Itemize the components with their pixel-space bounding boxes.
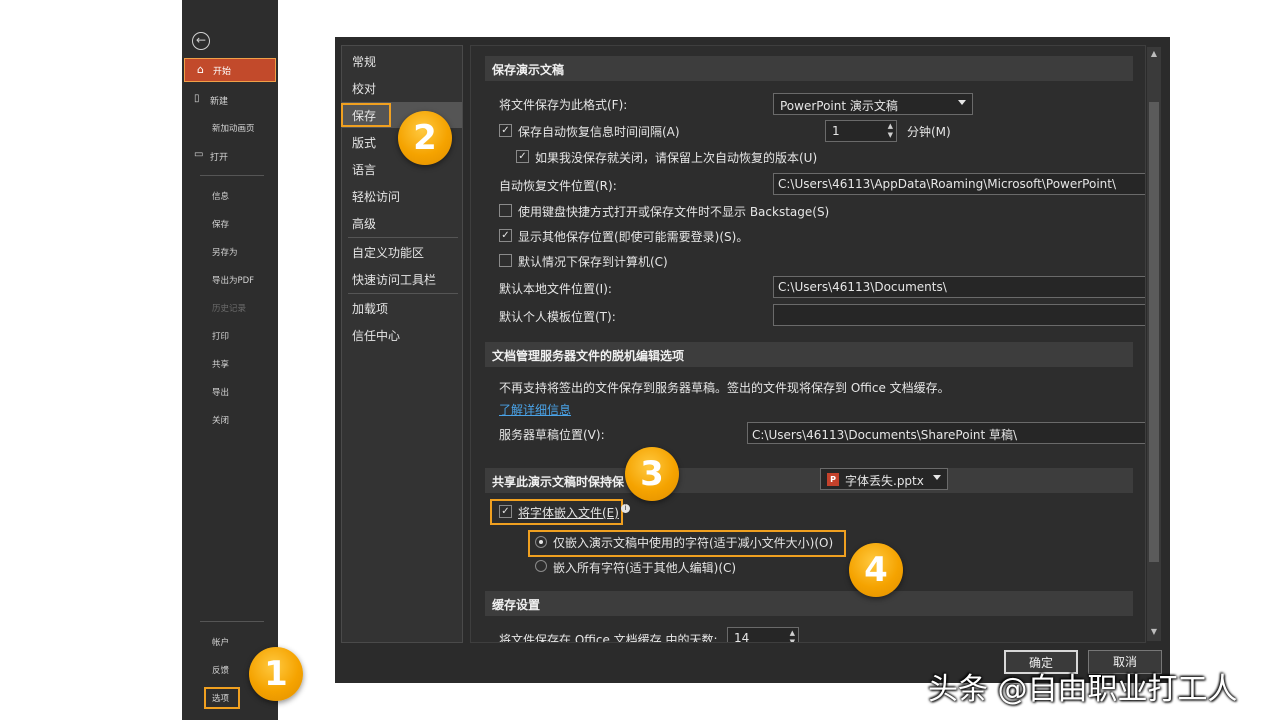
show-more-locations-checkbox[interactable]: ✓	[499, 229, 512, 242]
template-path-input[interactable]	[773, 304, 1145, 326]
autorecover-path-label: 自动恢复文件位置(R):	[499, 179, 617, 193]
embed-all-chars-label: 嵌入所有字符(适于其他人编辑)(C)	[553, 561, 737, 575]
learn-more-link[interactable]: 了解详细信息	[499, 401, 571, 418]
step-badge-1: 1	[249, 647, 303, 701]
scroll-down-icon[interactable]: ▼	[1147, 627, 1161, 639]
home-icon: ⌂	[197, 63, 204, 76]
local-path-label: 默认本地文件位置(I):	[499, 282, 612, 296]
autorecover-unit: 分钟(M)	[907, 125, 951, 139]
offline-note: 不再支持将签出的文件保存到服务器草稿。签出的文件现将保存到 Office 文档缓…	[499, 381, 950, 395]
category-language[interactable]: 语言	[342, 156, 462, 182]
category-addins[interactable]: 加载项	[342, 295, 462, 321]
chevron-up-icon[interactable]: ▲	[790, 629, 795, 637]
category-customize-ribbon[interactable]: 自定义功能区	[342, 239, 462, 265]
options-highlight	[204, 687, 240, 709]
scroll-up-icon[interactable]: ▲	[1147, 49, 1161, 61]
backstage-item-save[interactable]: 保存	[212, 218, 229, 230]
chevron-down-icon	[933, 475, 941, 480]
backstage-item-export[interactable]: 导出	[212, 386, 229, 398]
keep-last-version-label: 如果我没保存就关闭，请保留上次自动恢复的版本(U)	[535, 151, 818, 165]
options-dialog: 常规 校对 保存 版式 语言 轻松访问 高级 自定义功能区 快速访问工具栏 加载…	[335, 37, 1170, 683]
category-proofing[interactable]: 校对	[342, 75, 462, 101]
chevron-down-icon	[958, 100, 966, 105]
backstage-item-open[interactable]: ▭ 打开	[182, 147, 278, 165]
backstage-item-new[interactable]: ▯ 新建	[182, 91, 278, 109]
autorecover-checkbox[interactable]: ✓	[499, 124, 512, 137]
category-advanced[interactable]: 高级	[342, 210, 462, 236]
format-label: 将文件保存为此格式(F):	[499, 98, 628, 112]
save-to-computer-checkbox[interactable]	[499, 254, 512, 267]
chevron-down-icon[interactable]: ▼	[790, 638, 795, 642]
category-general[interactable]: 常规	[342, 48, 462, 74]
backstage-item-history: 历史记录	[212, 304, 247, 314]
save-category-highlight	[341, 103, 391, 127]
backstage-item-save-as[interactable]: 另存为	[212, 246, 238, 258]
chevron-down-icon[interactable]: ▼	[888, 131, 893, 139]
backstage-item-export-pdf[interactable]: 导出为PDF	[212, 274, 254, 286]
cache-days-label: 将文件保存在 Office 文档缓存 中的天数:	[499, 633, 718, 643]
cache-days-stepper[interactable]: 14 ▲ ▼	[727, 627, 799, 642]
no-backstage-checkbox[interactable]	[499, 204, 512, 217]
autorecover-minutes-stepper[interactable]: 1 ▲ ▼	[825, 120, 897, 142]
folder-open-icon: ▭	[194, 149, 204, 160]
autorecover-path-input[interactable]: C:\Users\46113\AppData\Roaming\Microsoft…	[773, 173, 1145, 195]
category-divider	[348, 237, 458, 238]
backstage-item-new-sub[interactable]: 新加动画页	[212, 122, 255, 134]
backstage-item-print[interactable]: 打印	[212, 330, 229, 342]
backstage-item-info[interactable]: 信息	[212, 190, 229, 202]
new-document-icon: ▯	[194, 93, 200, 104]
step-badge-4: 4	[849, 543, 903, 597]
presentation-file-dropdown[interactable]: P 字体丢失.pptx	[820, 468, 948, 490]
embed-used-chars-label: 仅嵌入演示文稿中使用的字符(适于减小文件大小)(O)	[553, 536, 834, 550]
step-badge-2: 2	[398, 111, 452, 165]
backstage-item-feedback[interactable]: 反馈	[212, 664, 229, 676]
section-header-cache: 缓存设置	[485, 591, 1133, 616]
watermark-text: 头条 @自由职业打工人	[928, 672, 1238, 707]
category-divider	[348, 293, 458, 294]
backstage-divider	[200, 621, 264, 622]
embed-used-chars-radio[interactable]	[535, 536, 547, 548]
backstage-item-share[interactable]: 共享	[212, 358, 229, 370]
keep-last-version-checkbox[interactable]: ✓	[516, 150, 529, 163]
show-more-locations-label: 显示其他保存位置(即使可能需要登录)(S)。	[518, 230, 749, 244]
category-quick-access[interactable]: 快速访问工具栏	[342, 266, 462, 292]
info-icon[interactable]: i	[621, 504, 630, 513]
vertical-scrollbar[interactable]: ▲ ▼	[1147, 47, 1161, 641]
section-header-fidelity: 共享此演示文稿时保持保	[485, 468, 1133, 493]
embed-fonts-label: 将字体嵌入文件(E)	[518, 506, 619, 520]
backstage-item-account[interactable]: 帐户	[212, 636, 229, 648]
scrollbar-thumb[interactable]	[1149, 102, 1159, 562]
section-header-offline: 文档管理服务器文件的脱机编辑选项	[485, 342, 1133, 367]
local-path-input[interactable]: C:\Users\46113\Documents\	[773, 276, 1145, 298]
back-arrow-icon[interactable]: ←	[192, 32, 210, 50]
embed-all-chars-radio[interactable]	[535, 560, 547, 572]
drafts-path-input[interactable]: C:\Users\46113\Documents\SharePoint 草稿\	[747, 422, 1145, 444]
template-path-label: 默认个人模板位置(T):	[499, 310, 616, 324]
autorecover-label: 保存自动恢复信息时间间隔(A)	[518, 125, 680, 139]
backstage-item-home[interactable]: ⌂ 开始	[184, 58, 276, 82]
format-dropdown[interactable]: PowerPoint 演示文稿	[773, 93, 973, 115]
no-backstage-label: 使用键盘快捷方式打开或保存文件时不显示 Backstage(S)	[518, 205, 830, 219]
section-header-save: 保存演示文稿	[485, 56, 1133, 81]
step-badge-3: 3	[625, 447, 679, 501]
powerpoint-file-icon: P	[827, 473, 839, 486]
backstage-divider	[200, 175, 264, 176]
backstage-sidebar: ← ⌂ 开始 ▯ 新建 新加动画页 ▭ 打开 信息 保存 另存为 导出为PDF …	[182, 0, 278, 720]
drafts-path-label: 服务器草稿位置(V):	[499, 428, 605, 442]
embed-fonts-checkbox[interactable]: ✓	[499, 505, 512, 518]
save-to-computer-label: 默认情况下保存到计算机(C)	[518, 255, 668, 269]
backstage-item-close[interactable]: 关闭	[212, 414, 229, 426]
category-accessibility[interactable]: 轻松访问	[342, 183, 462, 209]
category-trust-center[interactable]: 信任中心	[342, 322, 462, 348]
chevron-up-icon[interactable]: ▲	[888, 122, 893, 130]
settings-content: 保存演示文稿 将文件保存为此格式(F): PowerPoint 演示文稿 ✓ 保…	[470, 45, 1146, 643]
